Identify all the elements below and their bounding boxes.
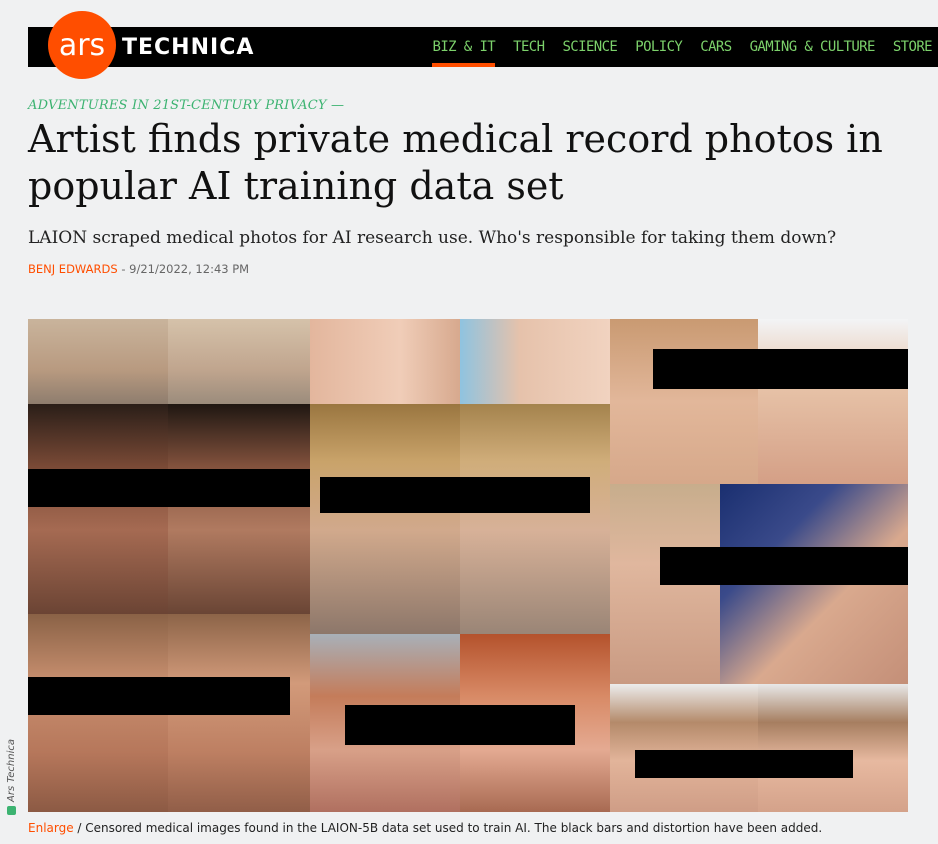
enlarge-link[interactable]: Enlarge (28, 821, 74, 835)
censor-bar (345, 705, 575, 745)
caption-text: / Censored medical images found in the L… (73, 821, 823, 835)
nav-item-cars[interactable]: CARS (700, 27, 732, 67)
censor-bar (635, 750, 853, 778)
logo-wordmark: TECHNICA (122, 34, 255, 60)
nav-item-science[interactable]: SCIENCE (562, 27, 617, 67)
photo-tile (28, 404, 168, 614)
photo-tile (168, 319, 310, 404)
photo-tile (460, 319, 610, 404)
article-dek: LAION scraped medical photos for AI rese… (28, 228, 837, 248)
publish-date: 9/21/2022, 12:43 PM (129, 262, 250, 276)
censor-bar (320, 477, 590, 513)
nav-item-gaming-culture[interactable]: GAMING & CULTURE (750, 27, 876, 67)
image-credit: Ars Technica (6, 739, 17, 815)
main-nav: BIZ & IT TECH SCIENCE POLICY CARS GAMING… (432, 27, 933, 67)
nav-item-store[interactable]: STORE (893, 27, 933, 67)
censor-bar (28, 469, 310, 507)
article-title: Artist finds private medical record phot… (28, 117, 883, 208)
nav-item-biz-it[interactable]: BIZ & IT (432, 27, 496, 67)
photo-tile (758, 319, 908, 484)
byline-separator: - (117, 262, 130, 276)
site-header: ars TECHNICA BIZ & IT TECH SCIENCE POLIC… (28, 11, 938, 79)
photo-tile (310, 319, 460, 404)
camera-icon (7, 805, 16, 815)
article-kicker: ADVENTURES IN 21ST-CENTURY PRIVACY — (28, 98, 345, 113)
author-link[interactable]: BENJ EDWARDS (28, 262, 118, 276)
nav-item-tech[interactable]: TECH (513, 27, 545, 67)
site-logo[interactable]: ars TECHNICA (48, 11, 255, 79)
photo-tile (460, 404, 610, 634)
photo-tile (168, 404, 310, 614)
censor-bar (28, 677, 290, 715)
article-byline: BENJ EDWARDS - 9/21/2022, 12:43 PM (28, 262, 249, 276)
image-credit-text: Ars Technica (6, 739, 17, 802)
censor-bar (653, 349, 908, 389)
nav-item-policy[interactable]: POLICY (635, 27, 683, 67)
photo-tile (310, 404, 460, 634)
photo-tile (610, 684, 758, 812)
photo-tile (758, 684, 908, 812)
censor-bar (660, 547, 908, 585)
logo-mark: ars (48, 11, 116, 79)
image-caption: Enlarge / Censored medical images found … (28, 821, 928, 835)
photo-tile (610, 319, 758, 484)
lead-image[interactable] (28, 319, 908, 812)
photo-tile (28, 319, 168, 404)
